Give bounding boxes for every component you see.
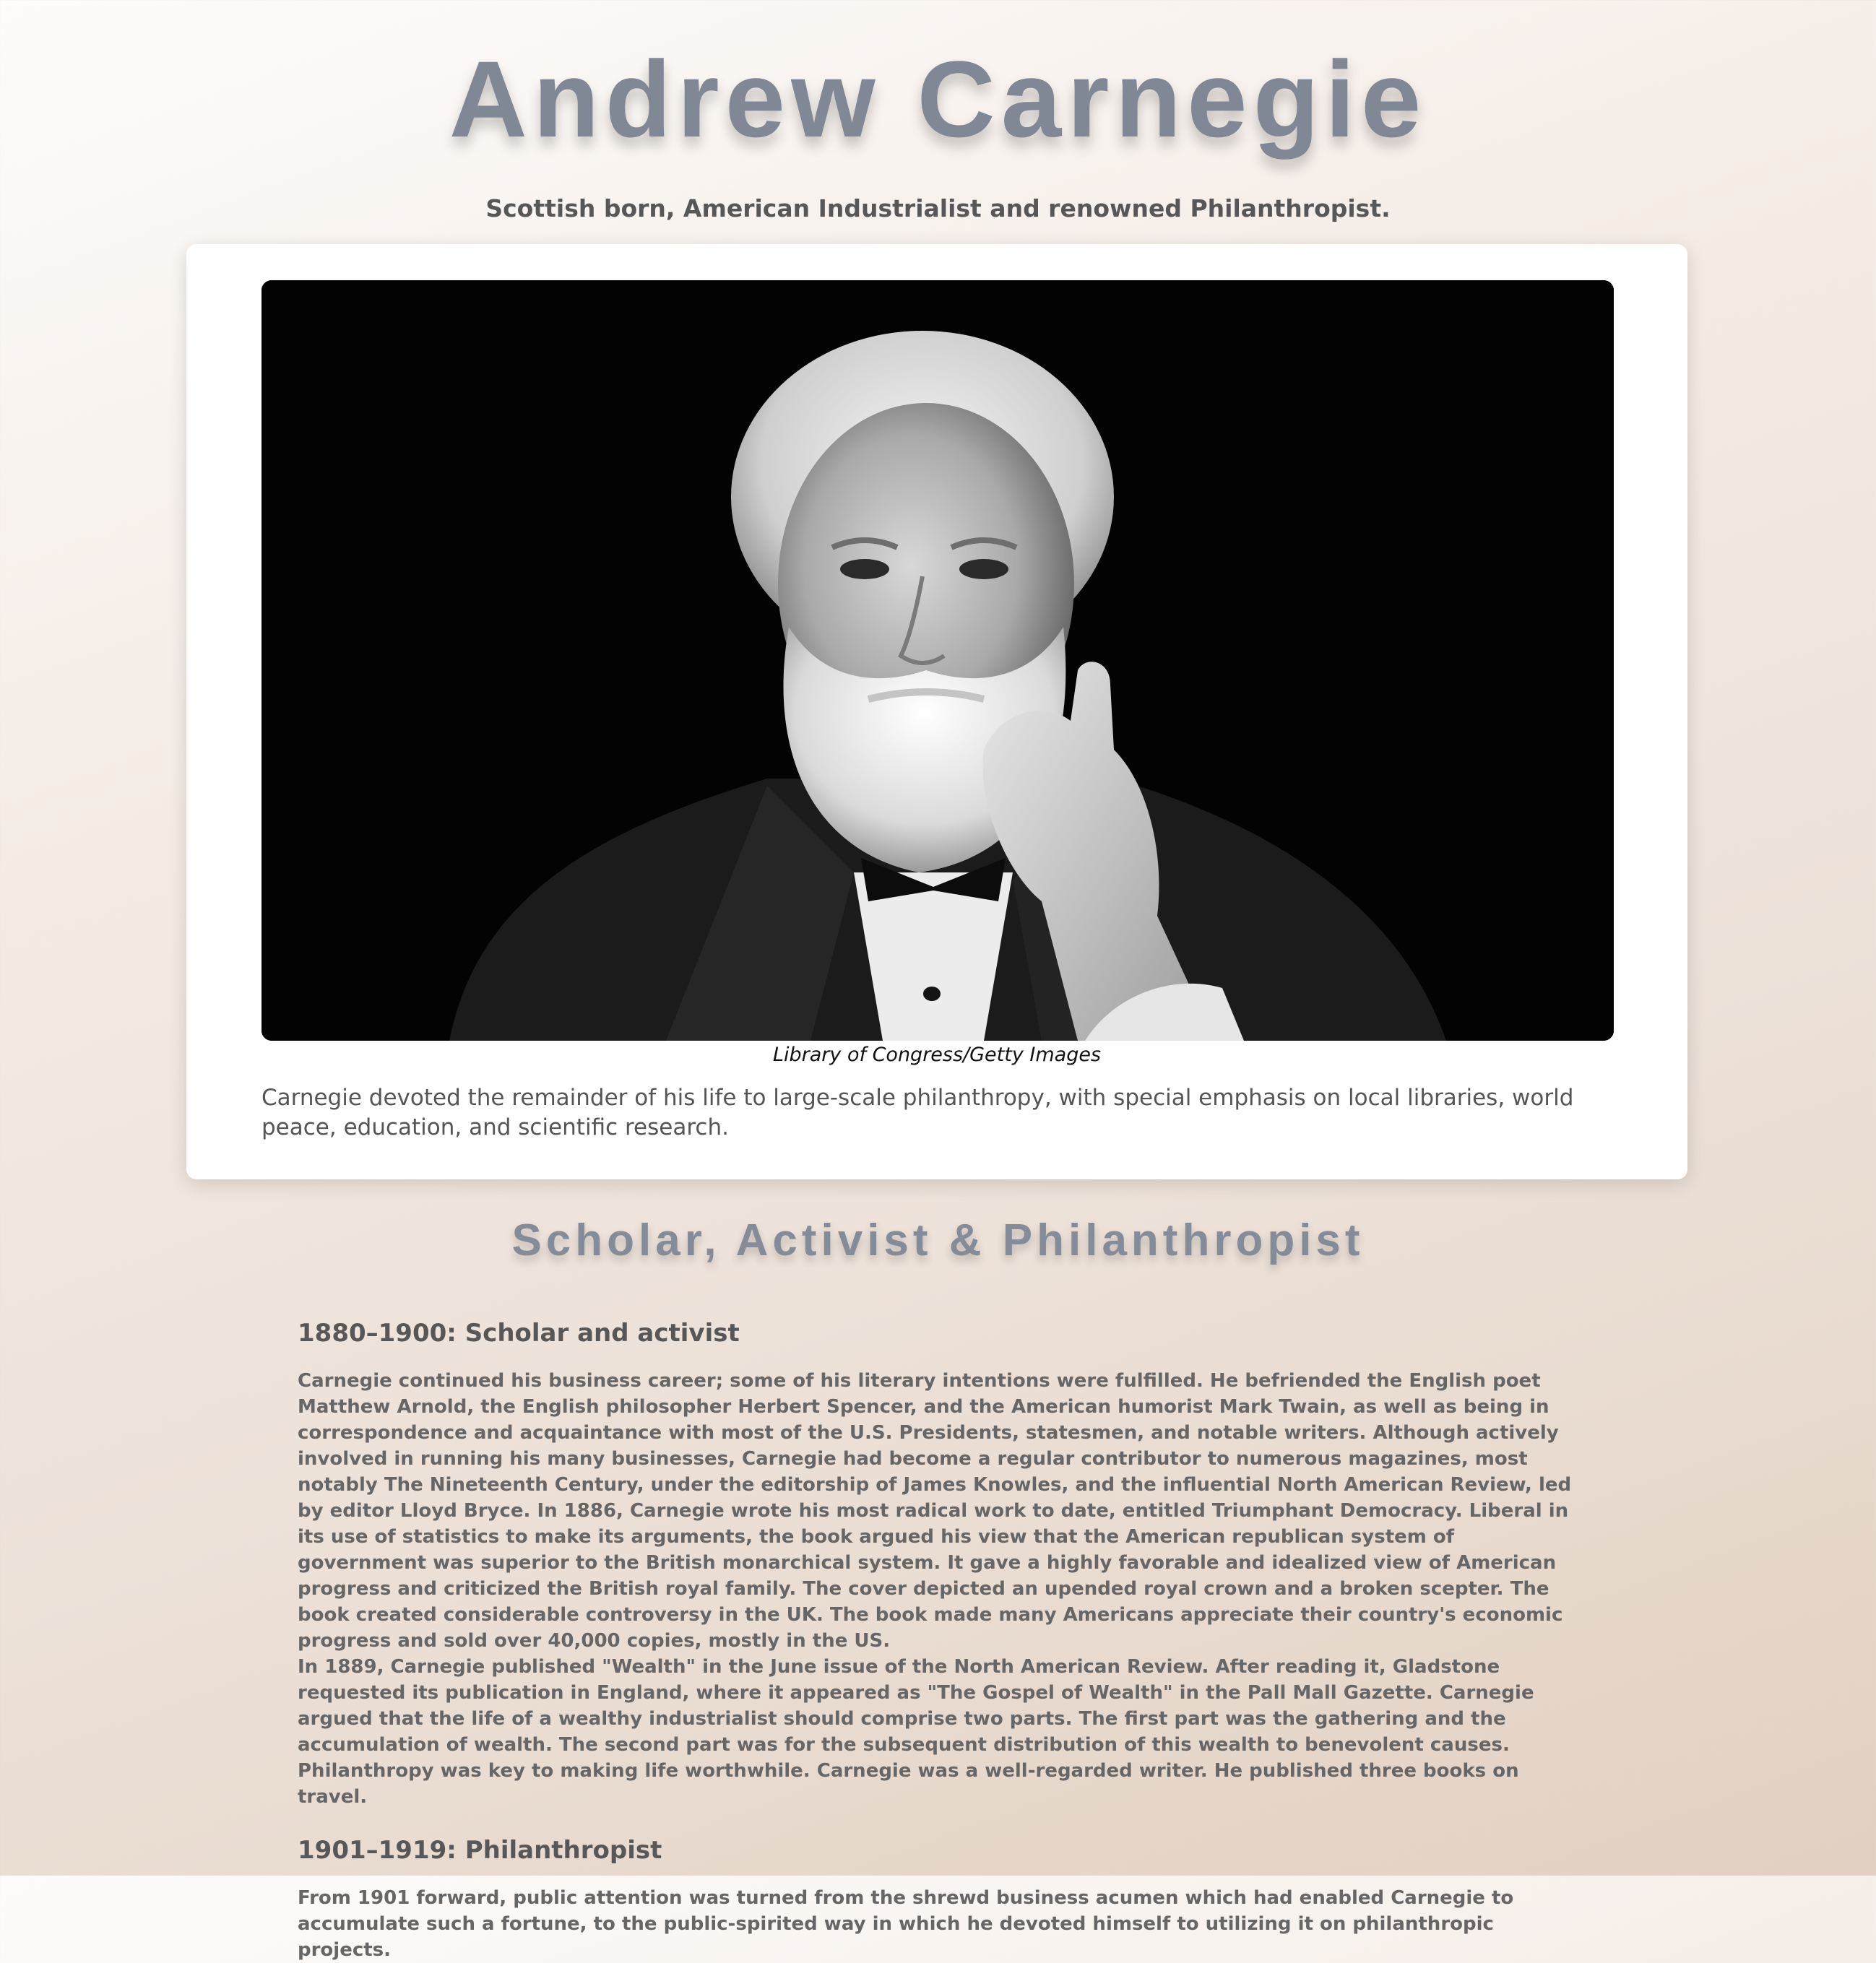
subsection-heading: 1901–1919: Philanthropist: [298, 1836, 662, 1865]
image-caption: Library of Congress/Getty Images: [772, 1044, 1102, 1066]
page-title: Andrew Carnegie: [449, 38, 1427, 160]
portrait-card: Library of Congress/Getty Images Carnegi…: [186, 244, 1687, 1179]
portrait-image: [261, 280, 1614, 1041]
paragraph: Carnegie continued his business career; …: [298, 1370, 1572, 1652]
page-tagline: Scottish born, American Industrialist an…: [485, 194, 1391, 222]
card-summary-text: Carnegie devoted the remainder of his li…: [261, 1085, 1574, 1140]
paragraph: From 1901 forward, public attention was …: [298, 1887, 1514, 1961]
subsection-heading: 1880–1900: Scholar and activist: [298, 1319, 740, 1348]
section-title: Scholar, Activist & Philanthropist: [511, 1216, 1365, 1265]
article-body: 1880–1900: Scholar and activist Carnegie…: [298, 1314, 1576, 1963]
paragraph: In 1889, Carnegie published "Wealth" in …: [298, 1656, 1534, 1808]
